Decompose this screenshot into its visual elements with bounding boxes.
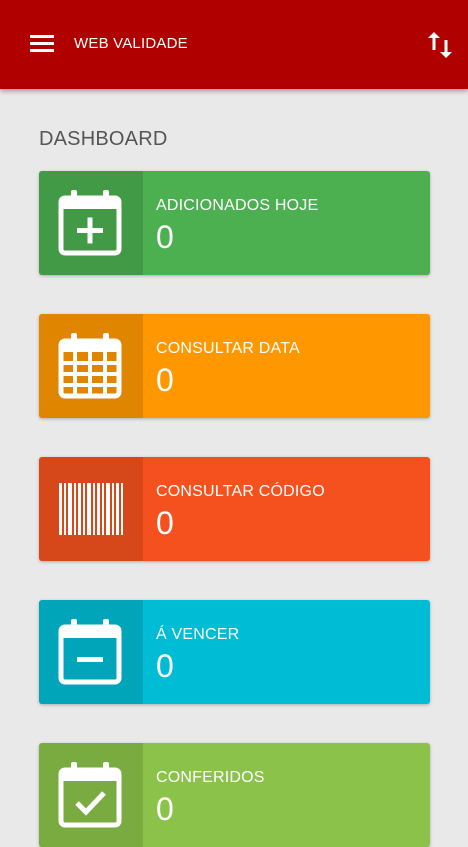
calendar-plus-icon [58,190,122,256]
card-label: CONSULTAR DATA [156,340,300,357]
card-count: 0 [156,362,174,398]
sort-button[interactable] [424,28,458,62]
card-label: CONFERIDOS [156,769,265,786]
menu-button[interactable] [22,27,62,63]
card-checked[interactable]: CONFERIDOS 0 [39,743,430,847]
sort-arrows-icon [428,32,452,58]
card-check-code[interactable]: CONSULTAR CÓDIGO 0 [39,457,430,561]
card-icon-box [39,743,143,847]
card-label: CONSULTAR CÓDIGO [156,483,325,500]
card-count: 0 [156,219,174,255]
card-label: Á VENCER [156,626,240,643]
card-label: ADICIONADOS HOJE [156,197,319,214]
menu-icon-line [30,42,54,45]
card-icon-box [39,314,143,418]
card-check-date[interactable]: CONSULTAR DATA 0 [39,314,430,418]
card-icon-box [39,457,143,561]
calendar-grid-icon [58,333,122,399]
card-added-today[interactable]: ADICIONADOS HOJE 0 [39,171,430,275]
menu-icon-line [30,35,54,38]
card-icon-box [39,171,143,275]
card-icon-box [39,600,143,704]
app-bar: WEB VALIDADE [0,0,468,89]
card-count: 0 [156,791,174,827]
card-count: 0 [156,505,174,541]
card-count: 0 [156,648,174,684]
dashboard-title: DASHBOARD [39,128,168,150]
calendar-check-icon [58,762,122,828]
barcode-icon [59,483,123,535]
calendar-minus-icon [58,619,122,685]
card-expiring[interactable]: Á VENCER 0 [39,600,430,704]
menu-icon-line [30,49,54,52]
app-title: WEB VALIDADE [74,35,188,52]
